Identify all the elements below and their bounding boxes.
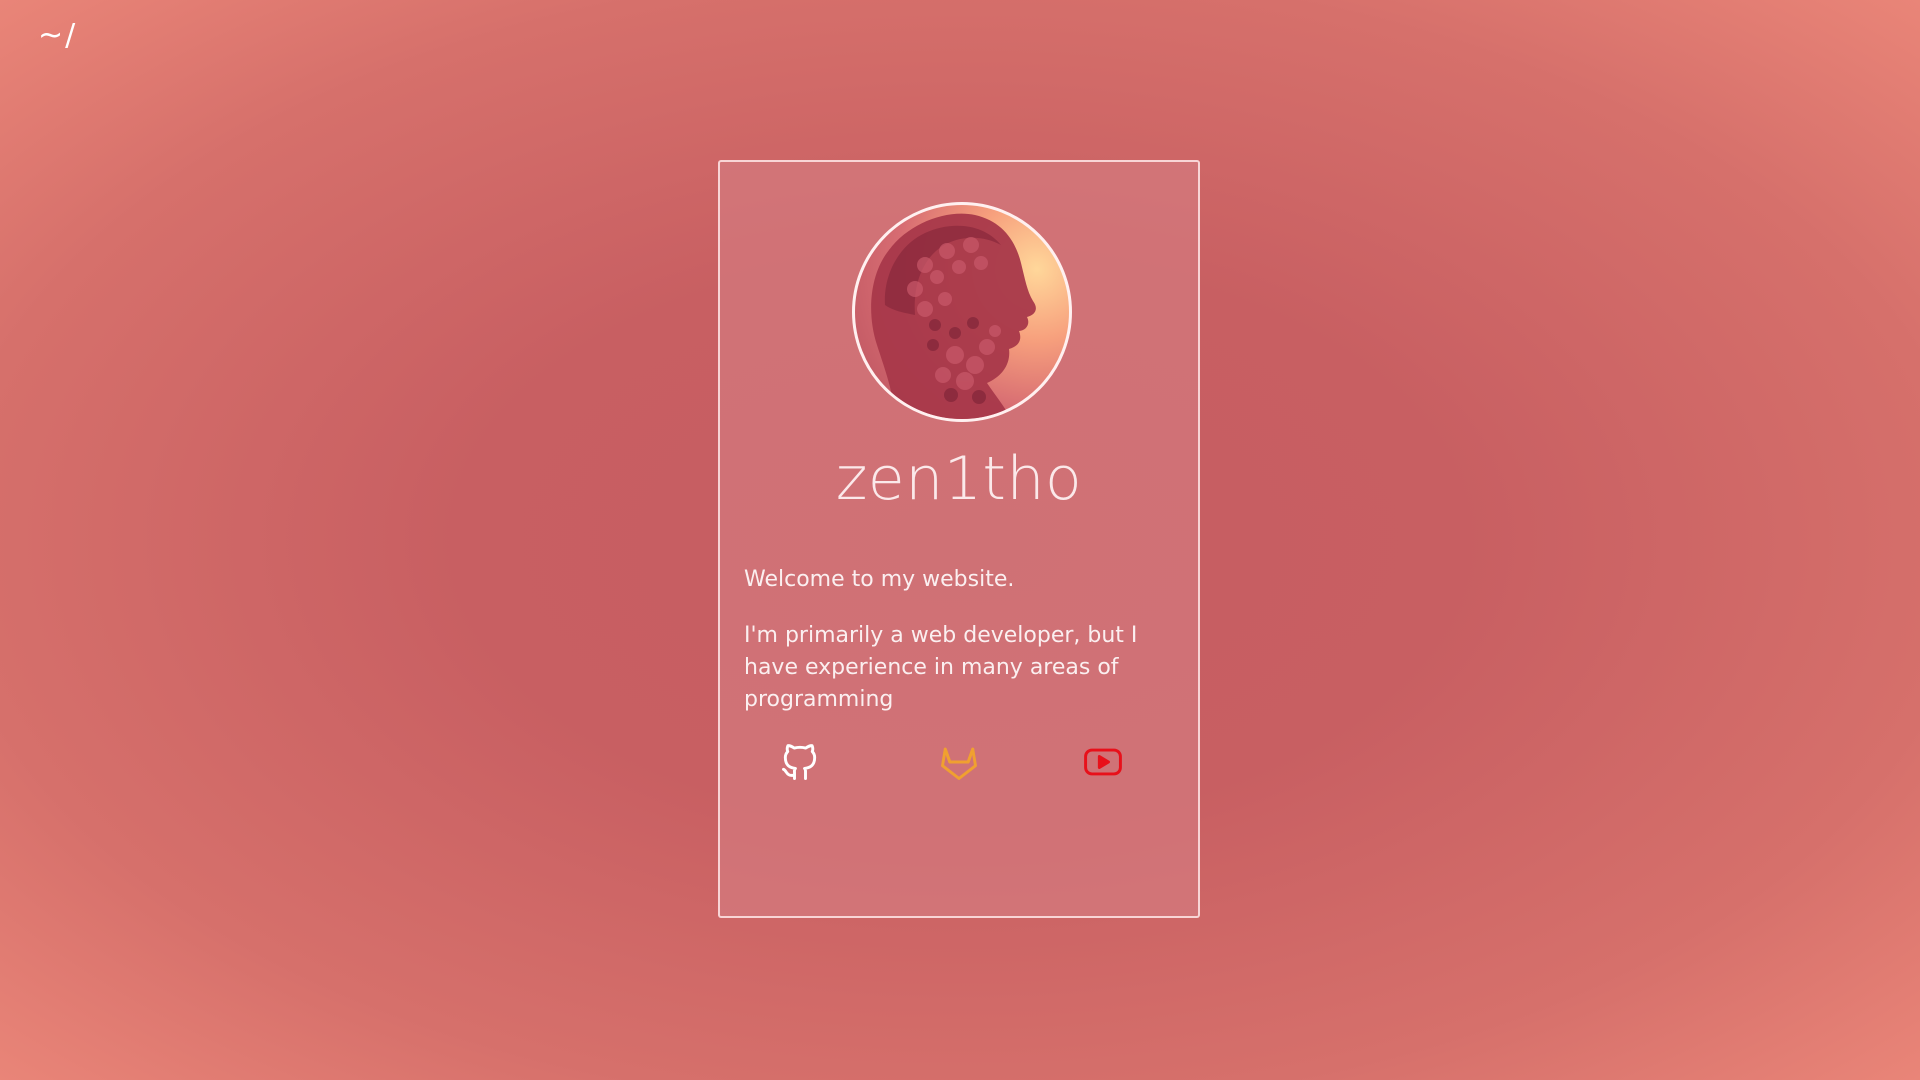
gitlab-icon (941, 747, 977, 780)
bust-portrait-image (871, 213, 1036, 419)
gitlab-link[interactable] (937, 740, 981, 784)
github-link[interactable] (778, 740, 822, 784)
bio-text: I'm primarily a web developer, but I hav… (744, 623, 1138, 712)
avatar (852, 202, 1072, 422)
home-link[interactable]: ~/ (38, 18, 77, 53)
welcome-text: Welcome to my website. (744, 567, 1015, 592)
profile-card: zen1tho Welcome to my website. I'm prima… (718, 160, 1200, 918)
social-links (720, 740, 1198, 784)
github-icon (782, 744, 817, 780)
youtube-icon (1084, 748, 1122, 776)
youtube-link[interactable] (1081, 740, 1125, 784)
profile-name: zen1tho (835, 444, 1083, 514)
